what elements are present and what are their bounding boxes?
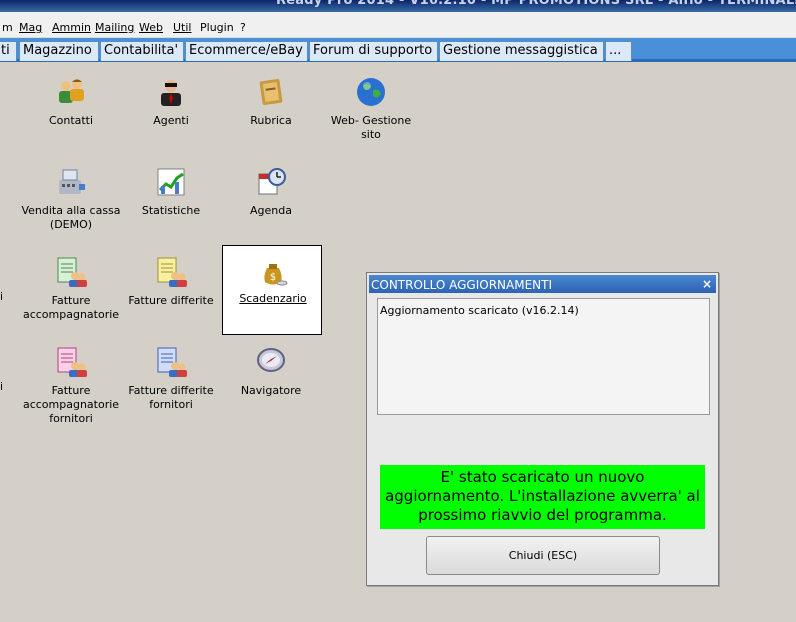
invoice-pink-icon [57, 347, 87, 377]
tab-contabilita[interactable]: Contabilita' [100, 41, 184, 61]
rubrica-button[interactable]: Rubrica [221, 76, 321, 166]
fatture-differite-fornitori-button[interactable]: Fatture differite fornitori [121, 346, 221, 436]
globe-icon [357, 78, 385, 106]
agenti-label: Agenti [153, 114, 189, 127]
web-gestione-sito-label: Web- Gestione sito [330, 114, 412, 141]
address-book-icon [259, 78, 283, 106]
dialog-title-bar: CONTROLLO AGGIORNAMENTI × [369, 275, 716, 293]
module-tab-bar: ti Magazzino Contabilita' Ecommerce/eBay… [0, 38, 796, 62]
menu-item-util[interactable]: Util [173, 21, 191, 34]
menu-item-ammin[interactable]: Ammin [52, 21, 91, 34]
tab-more[interactable]: ... [605, 41, 632, 61]
fatture-differite-button[interactable]: Fatture differite [121, 256, 221, 346]
agenda-button[interactable]: Agenda [221, 166, 321, 256]
cash-register-icon [59, 169, 85, 194]
agenti-button[interactable]: Agenti [121, 76, 221, 166]
compass-icon [257, 348, 285, 372]
navigatore-label: Navigatore [240, 384, 302, 397]
update-log-textbox[interactable]: Aggiornamento scaricato (v16.2.14) [377, 298, 710, 415]
fatture-accompagnatorie-label: Fatture accompagnatorie [22, 294, 120, 321]
vendita-cassa-button[interactable]: Vendita alla cassa (DEMO) [21, 166, 121, 256]
contatti-button[interactable]: Contatti [21, 76, 121, 166]
fatture-differite-fornitori-label: Fatture differite fornitori [128, 384, 214, 411]
agent-icon [161, 80, 181, 106]
dialog-title: CONTROLLO AGGIORNAMENTI [371, 278, 553, 292]
scadenzario-label: Scadenzario [239, 292, 307, 305]
window-titlebar: Ready Pro 2014 - V16.2.10 - MP PROMOTION… [0, 0, 796, 12]
statistiche-label: Statistiche [141, 204, 201, 217]
update-check-dialog: CONTROLLO AGGIORNAMENTI × Aggiornamento … [366, 272, 719, 586]
close-button[interactable]: Chiudi (ESC) [426, 536, 660, 575]
money-bag-icon: $ [264, 264, 288, 286]
people-icon [59, 79, 84, 103]
tab-ecommerce-ebay[interactable]: Ecommerce/eBay [185, 41, 308, 61]
edge-label-partial: i [0, 380, 4, 393]
menu-item-mailing[interactable]: Mailing [95, 21, 134, 34]
update-notice: E' stato scaricato un nuovo aggiornament… [380, 465, 705, 529]
fatture-differite-label: Fatture differite [128, 294, 214, 307]
tab-forum-supporto[interactable]: Forum di supporto [309, 41, 438, 61]
update-log-text: Aggiornamento scaricato (v16.2.14) [380, 304, 579, 317]
rubrica-label: Rubrica [250, 114, 292, 127]
edge-label-partial: i [0, 290, 4, 303]
tab-magazzino[interactable]: Magazzino [19, 41, 99, 61]
chart-icon [157, 168, 185, 196]
statistiche-button[interactable]: Statistiche [121, 166, 221, 256]
tab-partial[interactable]: ti [0, 41, 17, 61]
invoice-icon [57, 257, 87, 287]
fatture-accompagnatorie-fornitori-label: Fatture accompagnatorie fornitori [22, 384, 120, 425]
menu-item-help[interactable]: ? [240, 21, 246, 34]
menu-item-mag[interactable]: Mag [19, 21, 42, 34]
contatti-label: Contatti [48, 114, 94, 127]
tab-gestione-messaggistica[interactable]: Gestione messaggistica [439, 41, 604, 61]
menu-item-plugin[interactable]: Plugin [200, 21, 234, 34]
vendita-cassa-label: Vendita alla cassa (DEMO) [21, 204, 121, 231]
invoice-yellow-icon [157, 257, 187, 287]
fatture-accompagnatorie-fornitori-button[interactable]: Fatture accompagnatorie fornitori [21, 346, 121, 436]
fatture-accompagnatorie-button[interactable]: Fatture accompagnatorie [21, 256, 121, 346]
window-title: Ready Pro 2014 - V16.2.10 - MP PROMOTION… [276, 0, 796, 8]
navigatore-button[interactable]: Navigatore [221, 346, 321, 436]
invoice-blue-icon [157, 347, 187, 377]
calendar-clock-icon [258, 168, 286, 195]
scadenzario-button[interactable]: $ Scadenzario [222, 245, 322, 335]
close-icon[interactable]: × [702, 277, 712, 291]
menu-item-m[interactable]: m [2, 21, 13, 34]
web-gestione-sito-button[interactable]: Web- Gestione sito [321, 76, 421, 166]
menu-bar: m Mag Ammin Mailing Web Util Plugin ? [0, 12, 796, 38]
menu-item-web[interactable]: Web [139, 21, 163, 34]
agenda-label: Agenda [250, 204, 292, 217]
svg-text:$: $ [270, 272, 276, 283]
